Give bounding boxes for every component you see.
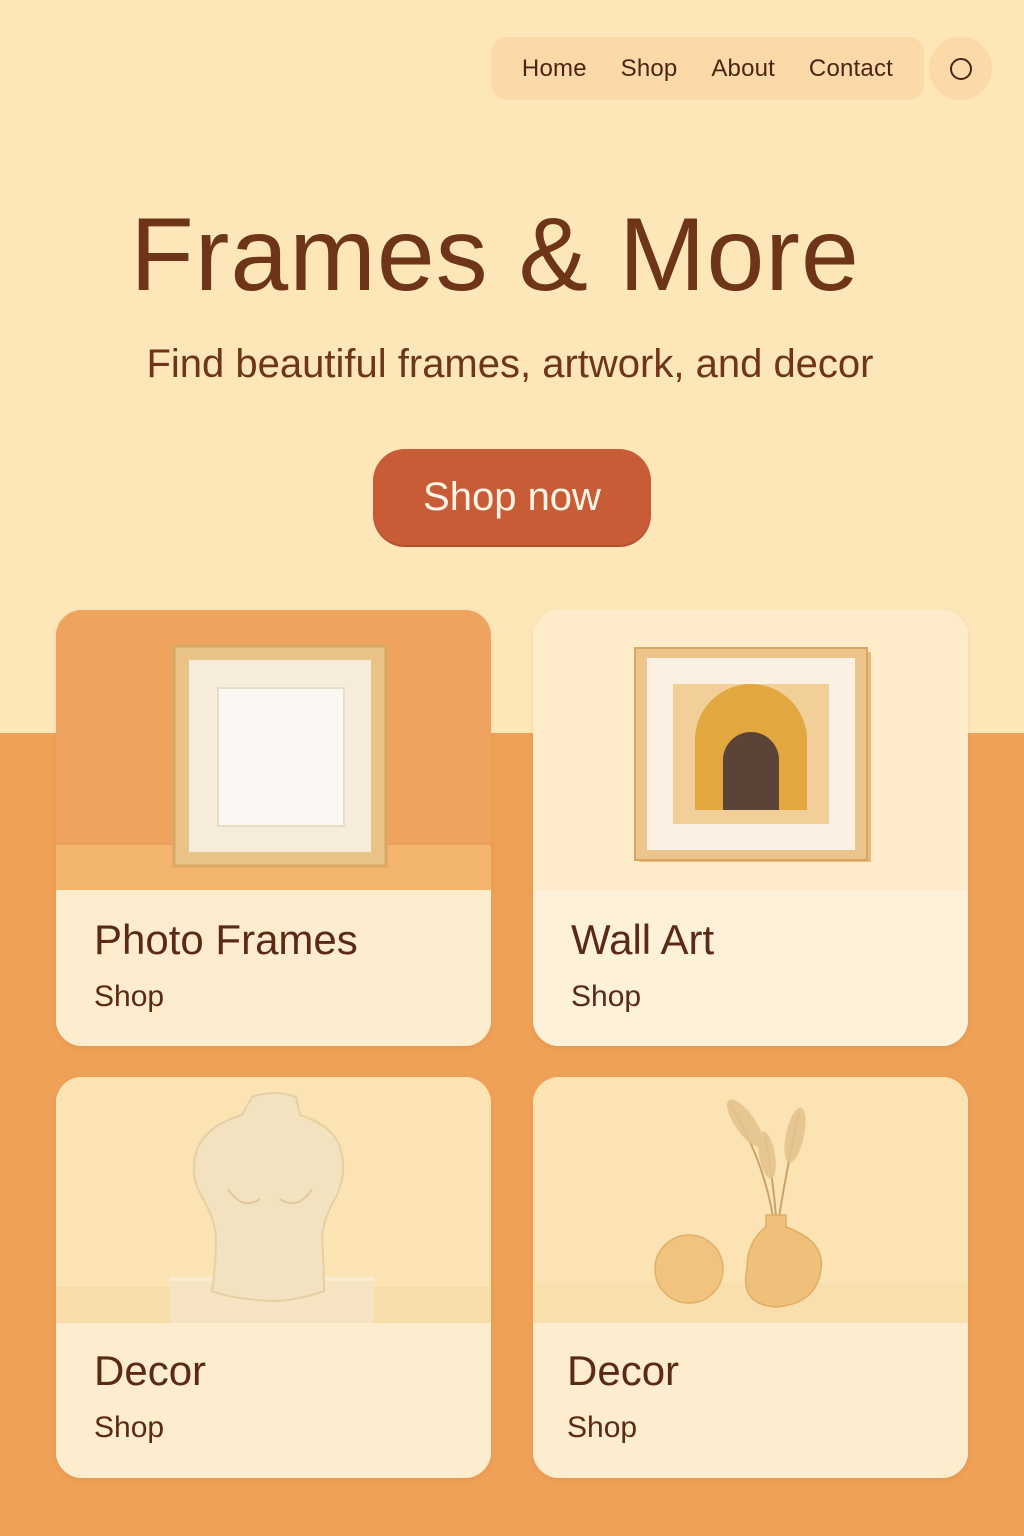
card-body: Decor Shop	[533, 1323, 968, 1478]
card-shop-link[interactable]: Shop	[94, 1411, 164, 1445]
category-card-wall-art[interactable]: Wall Art Shop	[533, 610, 968, 1046]
vase-with-pampas-image	[533, 1077, 968, 1323]
category-card-decor-vase[interactable]: Decor Shop	[533, 1077, 968, 1478]
card-body: Photo Frames Shop	[56, 890, 491, 1046]
card-title: Wall Art	[571, 916, 715, 963]
category-card-photo-frames[interactable]: Photo Frames Shop	[56, 610, 491, 1046]
main-nav: Home Shop About Contact	[491, 37, 924, 100]
card-title: Decor	[567, 1347, 680, 1394]
nav-about[interactable]: About	[711, 55, 775, 83]
shop-now-button[interactable]: Shop now	[373, 449, 651, 545]
circle-icon	[949, 57, 972, 80]
card-title: Photo Frames	[94, 916, 358, 963]
page-title: Frames & More	[130, 197, 860, 313]
empty-wooden-frame-image	[56, 610, 491, 890]
card-body: Wall Art Shop	[533, 890, 968, 1046]
card-shop-link[interactable]: Shop	[571, 980, 641, 1014]
nav-home[interactable]: Home	[522, 55, 587, 83]
card-shop-link[interactable]: Shop	[94, 980, 164, 1014]
card-shop-link[interactable]: Shop	[567, 1411, 637, 1445]
nav-contact[interactable]: Contact	[809, 55, 893, 83]
hero-subtitle: Find beautiful frames, artwork, and deco…	[146, 342, 874, 386]
card-title: Decor	[94, 1347, 207, 1394]
category-card-decor-bust[interactable]: Decor Shop	[56, 1077, 491, 1478]
circle-button[interactable]	[929, 37, 992, 100]
nav-shop[interactable]: Shop	[621, 55, 678, 83]
framed-arch-artwork-image	[533, 610, 968, 890]
mannequin-bust-image	[56, 1077, 491, 1323]
card-body: Decor Shop	[56, 1323, 491, 1478]
